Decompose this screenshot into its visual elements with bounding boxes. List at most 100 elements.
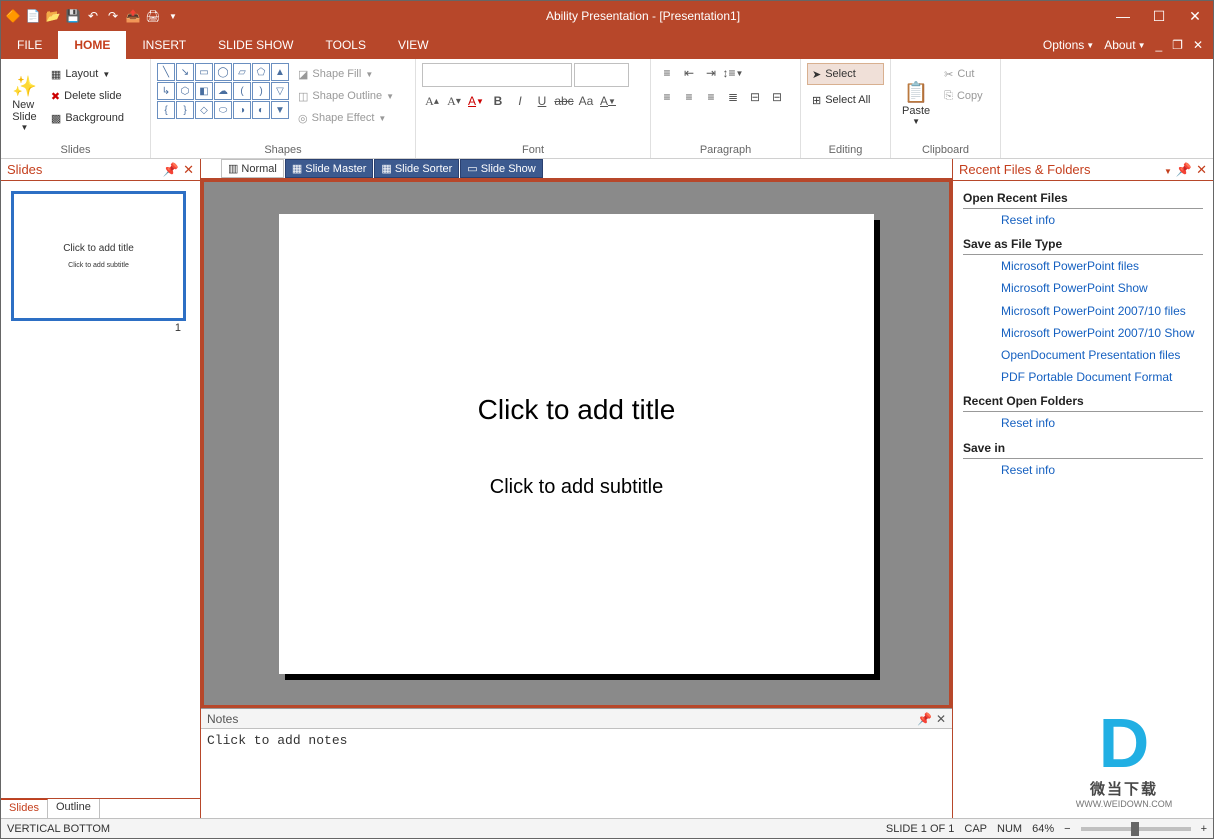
background-button[interactable]: ▩Background (46, 107, 129, 129)
filetype-pps[interactable]: Microsoft PowerPoint Show (963, 277, 1203, 299)
tab-home[interactable]: HOME (58, 31, 126, 59)
shapes-gallery[interactable]: ╲↘▭◯▱⬠▲ ↳⬡◧☁()▽ {}◇⬭◑◐▼ (157, 63, 289, 142)
font-color-icon[interactable]: A▼ (466, 91, 486, 111)
view-slide-sorter[interactable]: ▦Slide Sorter (374, 159, 459, 178)
notes-pane: Notes 📌 ✕ Click to add notes (201, 708, 952, 818)
slide-title-placeholder[interactable]: Click to add title (478, 394, 676, 426)
export-icon[interactable]: 📤 (125, 8, 141, 24)
justify-icon[interactable]: ≣ (723, 87, 743, 107)
save-icon[interactable]: 💾 (65, 8, 81, 24)
increase-indent-icon[interactable]: ⇥ (701, 63, 721, 83)
text-align-bottom-icon[interactable]: ⊟ (767, 87, 787, 107)
zoom-slider[interactable] (1081, 827, 1191, 831)
new-icon[interactable]: 📄 (25, 8, 41, 24)
tab-file[interactable]: FILE (1, 31, 58, 59)
paragraph-group-label: Paragraph (657, 142, 794, 156)
underline-icon[interactable]: U (532, 91, 552, 111)
maximize-button[interactable]: ☐ (1141, 1, 1177, 31)
italic-icon[interactable]: I (510, 91, 530, 111)
watermark-logo-icon: D (1064, 708, 1184, 778)
recent-dropdown-icon[interactable]: ▼ (1164, 162, 1172, 178)
view-normal[interactable]: ▥Normal (221, 159, 284, 178)
options-menu[interactable]: Options▼ (1039, 38, 1098, 52)
slides-tab[interactable]: Slides (1, 799, 48, 818)
outline-icon: ◫ (298, 90, 308, 103)
font-size-combo[interactable] (574, 63, 629, 87)
tab-view[interactable]: VIEW (382, 31, 445, 59)
copy-icon: ⎘ (944, 90, 953, 103)
align-right-icon[interactable]: ≡ (701, 87, 721, 107)
save-as-heading: Save as File Type (963, 231, 1203, 255)
quick-access-toolbar: 🔶 📄 📂 💾 ↶ ↷ 📤 🖨 ▼ (1, 8, 181, 24)
close-button[interactable]: ✕ (1177, 1, 1213, 31)
filetype-odp[interactable]: OpenDocument Presentation files (963, 344, 1203, 366)
change-case-icon[interactable]: Aa (576, 91, 596, 111)
undo-icon[interactable]: ↶ (85, 8, 101, 24)
outline-tab[interactable]: Outline (48, 799, 100, 818)
slide-canvas-area[interactable]: Click to add title Click to add subtitle (201, 179, 952, 708)
slide-canvas[interactable]: Click to add title Click to add subtitle (279, 214, 874, 674)
font-family-combo[interactable] (422, 63, 572, 87)
mdi-restore-icon[interactable]: ❐ (1168, 38, 1187, 52)
filetype-pptx[interactable]: Microsoft PowerPoint 2007/10 files (963, 300, 1203, 322)
tab-slideshow[interactable]: SLIDE SHOW (202, 31, 309, 59)
bold-icon[interactable]: B (488, 91, 508, 111)
notes-close-icon[interactable]: ✕ (936, 712, 946, 726)
paste-button[interactable]: 📋 Paste▼ (897, 63, 935, 142)
filetype-pdf[interactable]: PDF Portable Document Format (963, 366, 1203, 388)
paste-icon: 📋 (904, 80, 929, 105)
close-pane-icon[interactable]: ✕ (183, 162, 194, 178)
zoom-in-button[interactable]: + (1201, 823, 1207, 835)
delete-slide-button[interactable]: ✖Delete slide (46, 85, 129, 107)
qat-dropdown-icon[interactable]: ▼ (165, 8, 181, 24)
line-spacing-icon[interactable]: ↕≡▼ (723, 63, 743, 83)
view-slide-master[interactable]: ▦Slide Master (285, 159, 374, 178)
cut-button[interactable]: ✂Cut (939, 63, 988, 85)
highlight-icon[interactable]: A▼ (598, 91, 618, 111)
align-left-icon[interactable]: ≡ (657, 87, 677, 107)
slide-subtitle-placeholder[interactable]: Click to add subtitle (490, 476, 663, 499)
recent-folders-heading: Recent Open Folders (963, 388, 1203, 412)
mdi-close-icon[interactable]: ✕ (1189, 38, 1207, 52)
minimize-button[interactable]: — (1105, 1, 1141, 31)
shape-effect-button[interactable]: ◎Shape Effect▼ (293, 107, 399, 129)
select-button[interactable]: ➤Select (807, 63, 884, 85)
reset-info-link-1[interactable]: Reset info (963, 209, 1203, 231)
cursor-icon: ➤ (812, 68, 821, 81)
layout-button[interactable]: ▦Layout▼ (46, 63, 129, 85)
tab-insert[interactable]: INSERT (126, 31, 202, 59)
decrease-indent-icon[interactable]: ⇤ (679, 63, 699, 83)
tab-tools[interactable]: TOOLS (310, 31, 382, 59)
align-center-icon[interactable]: ≡ (679, 87, 699, 107)
pin-icon[interactable]: 📌 (163, 162, 179, 178)
select-all-button[interactable]: ⊞Select All (807, 89, 884, 111)
strikethrough-icon[interactable]: abc (554, 91, 574, 111)
about-menu[interactable]: About▼ (1100, 38, 1149, 52)
mdi-minimize-icon[interactable]: _ (1151, 38, 1166, 52)
window-title: Ability Presentation - [Presentation1] (181, 9, 1105, 23)
shape-fill-button[interactable]: ◪Shape Fill▼ (293, 63, 399, 85)
shrink-font-icon[interactable]: A▾ (444, 91, 464, 111)
view-slide-show[interactable]: ▭Slide Show (460, 159, 542, 178)
notes-pin-icon[interactable]: 📌 (917, 712, 932, 726)
print-icon[interactable]: 🖨 (145, 8, 161, 24)
new-slide-button[interactable]: ✨ New Slide▼ (7, 63, 42, 142)
status-num: NUM (997, 823, 1022, 835)
filetype-ppsx[interactable]: Microsoft PowerPoint 2007/10 Show (963, 322, 1203, 344)
bullets-icon[interactable]: ≡ (657, 63, 677, 83)
redo-icon[interactable]: ↷ (105, 8, 121, 24)
recent-close-icon[interactable]: ✕ (1196, 162, 1207, 178)
open-icon[interactable]: 📂 (45, 8, 61, 24)
copy-button[interactable]: ⎘Copy (939, 85, 988, 107)
shape-outline-button[interactable]: ◫Shape Outline▼ (293, 85, 399, 107)
slides-pane-header: Slides 📌 ✕ (1, 159, 200, 181)
recent-pin-icon[interactable]: 📌 (1176, 162, 1192, 178)
slide-thumbnail-1[interactable]: Click to add title Click to add subtitle… (11, 191, 186, 321)
grow-font-icon[interactable]: A▴ (422, 91, 442, 111)
reset-info-link-3[interactable]: Reset info (963, 459, 1203, 481)
filetype-ppt[interactable]: Microsoft PowerPoint files (963, 255, 1203, 277)
text-align-top-icon[interactable]: ⊟ (745, 87, 765, 107)
reset-info-link-2[interactable]: Reset info (963, 412, 1203, 434)
notes-textarea[interactable]: Click to add notes (201, 729, 952, 818)
zoom-out-button[interactable]: − (1064, 823, 1070, 835)
